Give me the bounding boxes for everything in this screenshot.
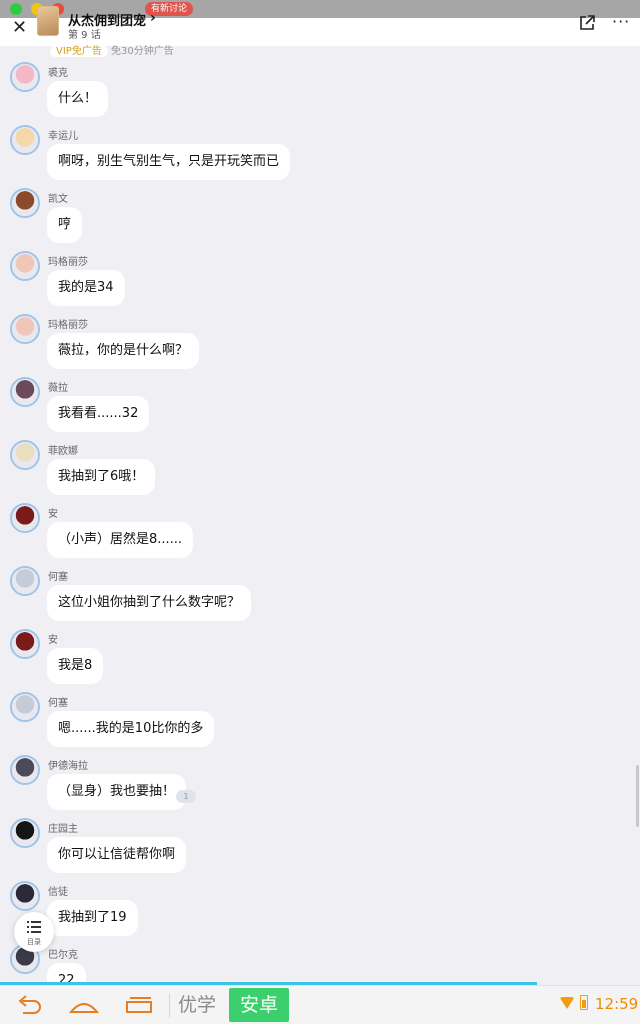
vip-strip-text: 免30分钟广告 — [111, 46, 174, 57]
chat-message: 玛格丽莎我的是34 — [0, 247, 640, 310]
message-bubble[interactable]: 这位小姐你抽到了什么数字呢？ — [47, 585, 252, 621]
message-bubble[interactable]: 我的是34 — [47, 270, 125, 306]
message-bubble[interactable]: 啊呀，别生气别生气，只是开玩笑而已 — [47, 144, 291, 180]
message-bubble[interactable]: （小声）居然是8...... — [47, 522, 194, 558]
sender-name: 信徒 — [48, 887, 68, 898]
avatar[interactable] — [10, 440, 40, 470]
avatar[interactable] — [10, 692, 40, 722]
avatar[interactable] — [10, 377, 40, 407]
avatar[interactable] — [10, 62, 40, 92]
chat-message-list: 裘克 什么！ 幸运儿 啊呀，别生气别生气，只是开玩笑而已 凯文哼玛格丽莎 我的是34 玛格丽… — [0, 58, 640, 1003]
message-bubble[interactable]: 薇拉，你的是什么啊？ — [47, 333, 200, 369]
chat-message: 菲欧娜我抽到了6哦！ — [0, 436, 640, 499]
sender-name: 幸运儿 — [48, 131, 78, 142]
message-bubble[interactable]: 哼 — [47, 207, 83, 243]
avatar[interactable] — [10, 314, 40, 344]
home-icon[interactable] — [69, 994, 99, 1016]
avatar[interactable] — [10, 881, 40, 911]
message-bubble[interactable]: 我抽到了6哦！ — [47, 459, 156, 495]
chat-message: 何塞嗯......我的是10比你的多 — [0, 688, 640, 751]
comic-cover-thumbnail[interactable] — [37, 6, 59, 36]
close-icon[interactable]: ✕ — [12, 18, 27, 38]
sender-name: 菲欧娜 — [48, 446, 78, 457]
app-anzhuo[interactable]: 安卓 — [229, 988, 289, 1022]
comment-count-badge[interactable]: 1 — [176, 790, 196, 803]
more-options-icon[interactable]: ··· — [612, 12, 630, 31]
clock: 12:59 — [595, 995, 639, 1013]
nav-divider — [169, 994, 170, 1018]
avatar[interactable] — [10, 629, 40, 659]
chat-message: 幸运儿啊呀，别生气别生气，只是开玩笑而已 — [0, 121, 640, 184]
avatar[interactable] — [10, 566, 40, 596]
avatar[interactable] — [10, 188, 40, 218]
chat-message: 庄园主你可以让信徒帮你啊 — [0, 814, 640, 877]
app-youxue[interactable]: 优学 — [178, 990, 216, 1017]
recent-apps-icon[interactable] — [124, 994, 154, 1016]
sender-name: 巴尔克 — [48, 950, 78, 961]
message-bubble[interactable]: 你可以让信徒帮你啊 — [47, 837, 187, 873]
vip-ad-strip[interactable]: VIP免广告 免30分钟广告 — [50, 42, 174, 57]
episode-label: 第 9 话 — [68, 30, 101, 41]
sender-name: 安 — [48, 635, 58, 646]
message-bubble[interactable]: 我抽到了19 — [47, 900, 138, 936]
chat-message: 伊德海拉 （显身）我也要抽！ 1 — [0, 751, 640, 814]
back-arrow-icon[interactable] — [14, 994, 44, 1016]
chat-message: 玛格丽莎薇拉，你的是什么啊？ — [0, 310, 640, 373]
vip-badge[interactable]: VIP免广告 — [50, 46, 108, 57]
chat-message: 安 （小声）居然是8...... — [0, 499, 640, 562]
chat-message: 凯文哼 — [0, 184, 640, 247]
notification-dot-green — [10, 3, 22, 15]
table-of-contents-button[interactable]: 目录 — [14, 912, 54, 952]
chat-message: 薇拉我看看......32 — [0, 373, 640, 436]
sender-name: 何塞 — [48, 698, 68, 709]
sender-name: 薇拉 — [48, 383, 68, 394]
message-bubble[interactable]: 我看看......32 — [47, 396, 150, 432]
message-bubble[interactable]: 什么！ — [47, 81, 109, 117]
sender-name: 安 — [48, 509, 58, 520]
wifi-icon — [560, 997, 574, 1009]
battery-icon — [580, 995, 588, 1010]
share-icon[interactable] — [578, 14, 596, 32]
avatar[interactable] — [10, 125, 40, 155]
chevron-right-icon[interactable]: › — [150, 10, 156, 26]
avatar[interactable] — [10, 818, 40, 848]
chat-message: 安我是8 — [0, 625, 640, 688]
message-bubble[interactable]: 我是8 — [47, 648, 104, 684]
chat-message: 裘克什么！ — [0, 58, 640, 121]
sender-name: 玛格丽莎 — [48, 257, 88, 268]
message-bubble[interactable]: （显身）我也要抽！ — [47, 774, 187, 810]
sender-name: 裘克 — [48, 68, 68, 79]
sender-name: 凯文 — [48, 194, 68, 205]
avatar[interactable] — [10, 503, 40, 533]
message-bubble[interactable]: 嗯......我的是10比你的多 — [47, 711, 215, 747]
scrollbar-thumb[interactable] — [636, 765, 639, 827]
chat-message: 何塞这位小姐你抽到了什么数字呢？ — [0, 562, 640, 625]
sender-name: 伊德海拉 — [48, 761, 88, 772]
toc-label: 目录 — [27, 938, 41, 946]
system-navigation-bar: 优学 安卓 12:59 — [0, 985, 640, 1024]
avatar[interactable] — [10, 251, 40, 281]
sender-name: 玛格丽莎 — [48, 320, 88, 331]
list-icon — [27, 921, 41, 933]
sender-name: 何塞 — [48, 572, 68, 583]
sender-name: 庄园主 — [48, 824, 78, 835]
chat-message: 信徒我抽到了19 — [0, 877, 640, 940]
avatar[interactable] — [10, 755, 40, 785]
